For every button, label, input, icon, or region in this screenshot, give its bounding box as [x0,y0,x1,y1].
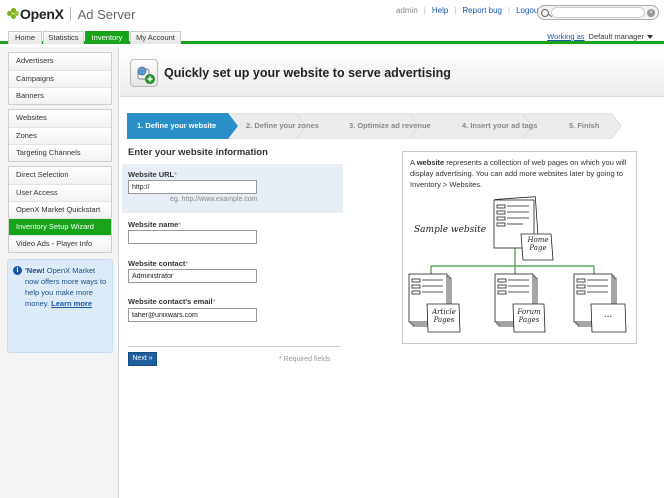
next-button[interactable]: Next » [128,352,157,366]
account-selector[interactable]: Default manager [589,32,644,41]
tab-home[interactable]: Home [8,31,42,44]
logo-mark-icon [7,8,19,20]
sidebar-group-tools: Direct Selection User Access OpenX Marke… [8,166,112,253]
website-contact-input[interactable] [128,269,257,283]
website-url-label: Website URL* [128,170,178,179]
article-pages-label: Article Pages [432,308,456,324]
current-user: admin [396,6,418,15]
market-promo: i 'New! OpenX Market now offers more way… [7,259,113,353]
section-title: Enter your website information [128,147,268,158]
page-title: Quickly set up your website to serve adv… [164,66,451,80]
step-define-zones: 2. Define your zones [246,121,319,130]
report-bug-link[interactable]: Report bug [462,6,502,15]
main-tabs: Home Statistics Inventory My Account Wor… [0,30,664,44]
top-links: admin | Help | Report bug | Logout [396,6,541,15]
product-name: Ad Server [77,6,136,22]
forum-pages-label: Forum Pages [517,308,541,324]
sidebar-item-setup-wizard[interactable]: Inventory Setup Wizard [9,218,111,235]
sidebar-item-advertisers[interactable]: Advertisers [9,53,111,70]
step-optimize-revenue: 3. Optimize ad revenue [349,121,431,130]
tab-my-account[interactable]: My Account [130,31,181,44]
sidebar-item-banners[interactable]: Banners [9,87,111,104]
more-pages-label: ... [603,310,613,320]
website-info-box: A website represents a collection of web… [402,151,637,344]
sidebar-item-video-ads[interactable]: Video Ads - Player Info [9,235,111,252]
learn-more-link[interactable]: Learn more [51,299,92,308]
website-url-input[interactable] [128,180,257,194]
step-insert-ad-tags: 4. Insert your ad tags [462,121,538,130]
url-hint: eg. http://www.example.com [170,196,258,203]
working-as: Working as Default manager [547,32,653,41]
openx-logo[interactable]: OpenX Ad Server [7,6,135,22]
search-box: × [537,5,659,20]
search-icon[interactable] [541,8,549,17]
sidebar-group-campaigns: Advertisers Campaigns Banners [8,52,112,105]
promo-text: 'New! OpenX Market now offers more ways … [25,266,107,308]
logo-text: OpenX [20,6,64,22]
home-page-label: Home Page [527,236,549,252]
app-header: OpenX Ad Server admin | Help | Report bu… [0,0,664,30]
help-link[interactable]: Help [432,6,448,15]
tab-statistics[interactable]: Statistics [43,31,84,44]
tab-inventory[interactable]: Inventory [85,31,129,44]
sidebar-item-market-quickstart[interactable]: OpenX Market Quickstart [9,201,111,218]
website-wizard-icon [130,59,158,87]
sidebar: Advertisers Campaigns Banners Websites Z… [0,47,119,498]
logo-divider [69,7,71,21]
website-name-input[interactable] [128,230,257,244]
sidebar-item-direct-selection[interactable]: Direct Selection [9,167,111,184]
search-input[interactable] [551,7,645,18]
step-define-website: 1. Define your website [137,121,217,130]
sidebar-item-websites[interactable]: Websites [9,110,111,127]
wizard-steps: 1. Define your website 2. Define your zo… [127,113,622,139]
sidebar-item-targeting-channels[interactable]: Targeting Channels [9,144,111,161]
chevron-down-icon[interactable] [647,34,653,39]
working-as-link[interactable]: Working as [547,32,584,41]
website-contact-label: Website contact* [128,259,189,268]
required-fields-note: * Required fields [279,356,331,363]
sidebar-item-zones[interactable]: Zones [9,127,111,144]
info-icon: i [13,266,22,275]
sidebar-item-campaigns[interactable]: Campaigns [9,70,111,87]
step-finish: 5. Finish [569,121,600,130]
sidebar-item-user-access[interactable]: User Access [9,184,111,201]
sketch-title: Sample website [414,225,487,235]
website-email-input[interactable] [128,308,257,322]
clear-search-icon[interactable]: × [647,8,655,17]
page-header: Quickly set up your website to serve adv… [120,50,664,97]
form-divider [128,346,341,347]
website-email-label: Website contact's email* [128,297,216,306]
website-name-label: Website name* [128,220,182,229]
sidebar-group-websites: Websites Zones Targeting Channels [8,109,112,162]
